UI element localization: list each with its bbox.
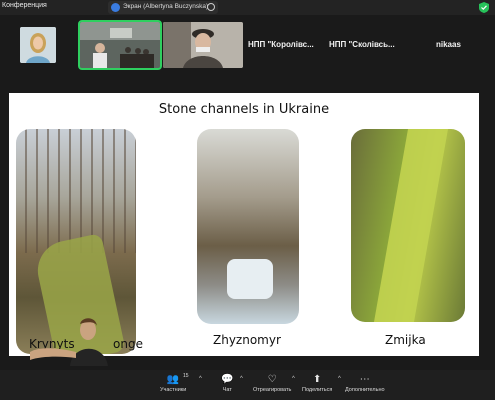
participant-video-tile[interactable]: [163, 22, 243, 68]
chat-button[interactable]: 💬 Чат: [221, 374, 233, 393]
screen-share-label: Экран (Albertyna Buczynska): [123, 3, 209, 10]
share-screen-icon: ⬆: [312, 374, 322, 385]
participants-count: 15: [183, 373, 189, 379]
more-button[interactable]: ⋯ Дополнительно: [345, 374, 385, 393]
share-button[interactable]: ⬆ Поделиться: [302, 374, 332, 393]
react-button[interactable]: ♡ Отреагировать: [253, 374, 291, 393]
participant-video: [80, 22, 160, 68]
more-label: Дополнительно: [345, 387, 385, 393]
chevron-up-icon[interactable]: ^: [338, 376, 341, 382]
screen-share-indicator[interactable]: Экран (Albertyna Buczynska): [108, 1, 218, 14]
caption-krynytsia-part2: onge: [113, 337, 143, 351]
participant-name[interactable]: НПП "Королівс...: [248, 40, 314, 49]
meeting-toolbar: 👥 Участники 15 ^ 💬 Чат ^ ♡ Отреагировать…: [0, 370, 495, 400]
title-bar: Конференция Экран (Albertyna Buczynska): [0, 0, 495, 15]
chat-icon: 💬: [221, 374, 234, 385]
participant-name[interactable]: nikaas: [436, 40, 461, 49]
participants-label: Участники: [160, 387, 187, 393]
participant-avatar: [20, 27, 56, 63]
more-icon: ⋯: [359, 374, 370, 385]
chevron-up-icon[interactable]: ^: [240, 376, 243, 382]
share-options-icon[interactable]: [207, 3, 215, 11]
presenter-video-overlay: [30, 318, 108, 366]
participant-name[interactable]: НПП "Сколівсь...: [329, 40, 395, 49]
chevron-up-icon[interactable]: ^: [199, 376, 202, 382]
chevron-up-icon[interactable]: ^: [292, 376, 295, 382]
react-label: Отреагировать: [253, 387, 292, 393]
security-shield-icon[interactable]: [479, 2, 489, 13]
caption-zmijka: Zmijka: [385, 333, 426, 347]
slide-title: Stone channels in Ukraine: [158, 102, 330, 117]
screen-share-icon: [111, 3, 120, 12]
share-label: Поделиться: [302, 387, 333, 393]
chat-label: Чат: [222, 387, 232, 393]
heart-icon: ♡: [267, 374, 277, 385]
photo-zmijka: [351, 129, 465, 322]
participant-video: [163, 22, 243, 68]
window-title: Конференция: [2, 2, 47, 9]
photo-zhyznomyr: [197, 129, 299, 324]
participant-video-tile[interactable]: [20, 27, 56, 63]
participant-video-tile-active[interactable]: [78, 20, 162, 70]
caption-zhyznomyr: Zhyznomyr: [213, 333, 281, 347]
